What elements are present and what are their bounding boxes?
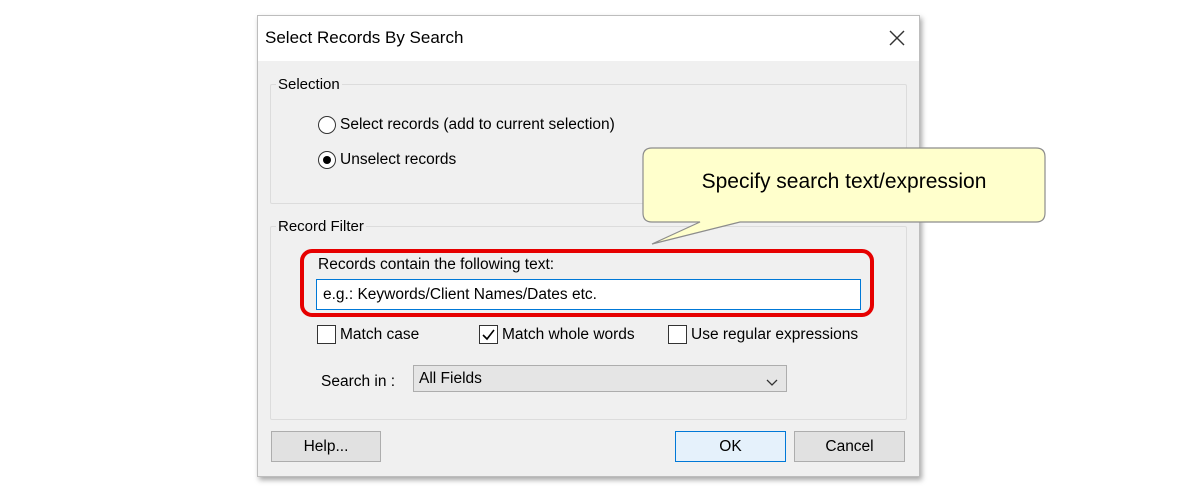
search-in-label: Search in : <box>321 373 396 390</box>
chevron-down-icon <box>766 374 778 392</box>
close-icon[interactable] <box>883 24 911 52</box>
use-regex-label: Use regular expressions <box>691 325 859 343</box>
record-filter-group-label: Record Filter <box>276 218 366 235</box>
radio-button[interactable] <box>318 116 336 134</box>
checkbox-use-regex[interactable]: Use regular expressions <box>668 325 858 344</box>
checkbox[interactable] <box>317 325 336 344</box>
callout-text: Specify search text/expression <box>701 170 987 193</box>
ok-button[interactable]: OK <box>675 431 786 462</box>
checkmark-icon <box>482 329 495 341</box>
checkbox-checked[interactable] <box>479 325 498 344</box>
cancel-button[interactable]: Cancel <box>794 431 905 462</box>
dialog-title: Select Records By Search <box>265 28 464 47</box>
radio-select-records-label: Select records (add to current selection… <box>340 116 615 133</box>
radio-unselect-records-label: Unselect records <box>340 151 457 168</box>
radio-select-records[interactable]: Select records (add to current selection… <box>318 116 615 134</box>
search-in-value: All Fields <box>419 370 482 387</box>
help-button[interactable]: Help... <box>271 431 381 462</box>
checkbox-match-case[interactable]: Match case <box>317 325 419 344</box>
search-in-dropdown[interactable]: All Fields <box>413 365 787 392</box>
checkbox[interactable] <box>668 325 687 344</box>
match-whole-words-label: Match whole words <box>502 325 635 343</box>
selection-group-label: Selection <box>276 76 342 93</box>
radio-unselect-records[interactable]: Unselect records <box>318 151 456 169</box>
highlight-annotation <box>300 249 874 317</box>
title-bar: Select Records By Search <box>258 16 919 61</box>
screenshot-stage: Select Records By Search Selection Selec… <box>0 0 1182 491</box>
match-case-label: Match case <box>340 325 420 343</box>
radio-button-checked[interactable] <box>318 151 336 169</box>
checkbox-match-whole-words[interactable]: Match whole words <box>479 325 635 344</box>
